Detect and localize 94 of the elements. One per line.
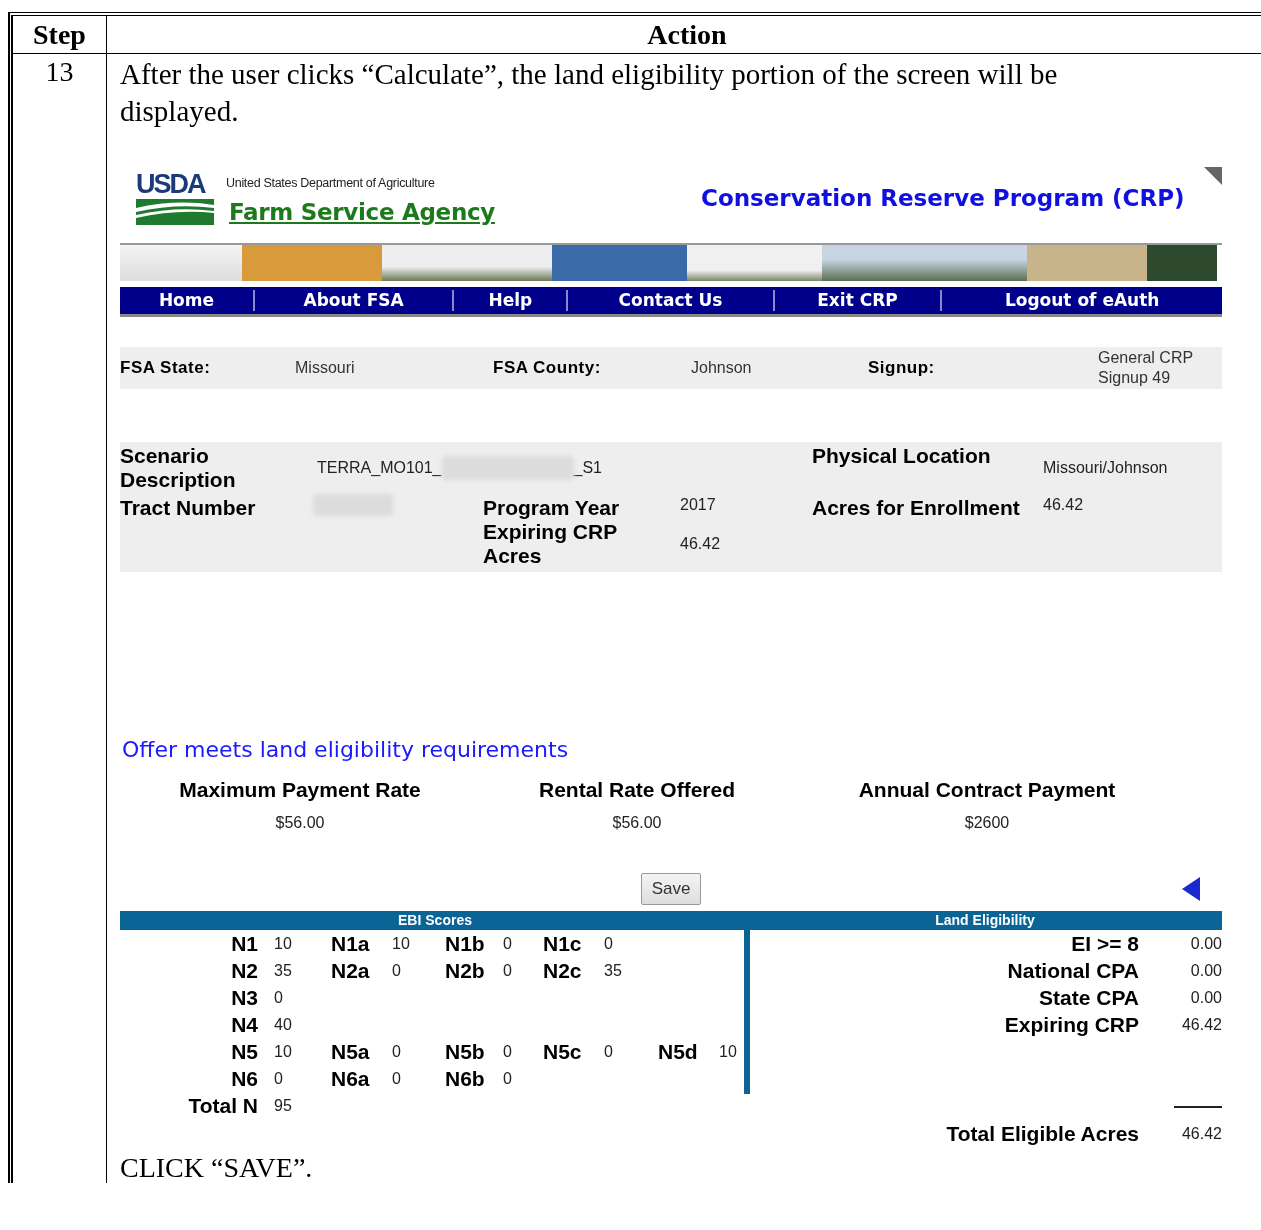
payment-value: $2600	[964, 814, 1010, 832]
score-label: N2	[231, 958, 259, 983]
score-label: N5a	[331, 1039, 371, 1064]
score-label: N3	[231, 985, 259, 1010]
score-value: 95	[273, 1096, 293, 1115]
score-label: N1	[231, 931, 259, 956]
score-value: 10	[718, 1042, 738, 1061]
nav-link[interactable]: Help	[454, 290, 569, 311]
score-label: N1a	[331, 931, 371, 956]
score-value: 0	[391, 1042, 402, 1061]
nav-link[interactable]: Home	[120, 290, 255, 311]
score-value: 10	[391, 934, 411, 953]
score-value: 35	[603, 961, 623, 980]
score-label: N2c	[543, 958, 583, 983]
eligibility-value: 0.00	[1190, 988, 1222, 1007]
field-label: FSA State:	[120, 358, 212, 378]
payment-label: Maximum Payment Rate	[178, 778, 422, 802]
score-label: N6a	[331, 1066, 371, 1091]
eligibility-value: 46.42	[1181, 1124, 1222, 1143]
field-label: Expiring CRP Acres	[483, 520, 618, 568]
score-value: 0	[603, 934, 614, 953]
agency-name[interactable]: Farm Service Agency	[229, 199, 495, 225]
score-label: N2a	[331, 958, 371, 983]
nav-link[interactable]: Contact Us	[568, 290, 775, 311]
field-label: Scenario Description	[120, 444, 237, 492]
nav-link[interactable]: Logout of eAuth	[942, 290, 1222, 311]
score-value: 0	[273, 988, 284, 1007]
field-label: FSA County:	[493, 358, 602, 378]
field-label: Physical Location	[812, 444, 992, 469]
payment-label: Rental Rate Offered	[537, 778, 736, 802]
score-label: Total N	[188, 1093, 259, 1118]
nav-link[interactable]: Exit CRP	[774, 290, 943, 311]
section-title: EBI Scores	[398, 911, 472, 930]
eligibility-label: Total Eligible Acres	[946, 1121, 1139, 1147]
score-label: N5c	[543, 1039, 583, 1064]
eligibility-value: 0.00	[1190, 934, 1222, 953]
eligibility-value: 46.42	[1181, 1015, 1222, 1034]
program-title: Conservation Reserve Program (CRP)	[701, 185, 1185, 211]
eligibility-label: National CPA	[1007, 958, 1139, 984]
eligibility-label: EI >= 8	[1071, 931, 1139, 957]
score-value: 40	[273, 1015, 293, 1034]
instruction-text: After the user clicks “Calculate”, the land eligibility portion of the screen will be displayed.	[120, 57, 1059, 129]
department-name: United States Department of Agriculture	[226, 176, 435, 190]
payment-value: $56.00	[612, 814, 662, 832]
collapse-arrow-icon[interactable]	[1182, 877, 1200, 901]
field-label: Tract Number	[120, 495, 257, 520]
score-label: N5	[231, 1039, 259, 1064]
field-label: Signup:	[868, 358, 936, 378]
nav-link[interactable]: About FSA	[254, 290, 455, 311]
save-button[interactable]: Save	[640, 873, 702, 905]
corner-triangle-icon	[1204, 167, 1222, 185]
field-value: Missouri/Johnson	[1043, 459, 1169, 477]
eligibility-message: Offer meets land eligibility requirements	[122, 737, 569, 762]
field-value: 46.42	[680, 535, 722, 553]
score-label: N5b	[445, 1039, 486, 1064]
eligibility-label: State CPA	[1039, 985, 1139, 1011]
score-value: 0	[603, 1042, 614, 1061]
field-label: Acres for Enrollment	[812, 495, 1021, 520]
score-label: N4	[231, 1012, 259, 1037]
field-value: 2017	[680, 495, 717, 514]
score-value: 0	[391, 1069, 402, 1088]
eligibility-label: Expiring CRP	[1004, 1012, 1139, 1038]
score-value: 0	[502, 1042, 513, 1061]
field-value: _S1	[573, 459, 602, 477]
field-value: General CRP Signup 49	[1098, 348, 1194, 388]
score-label: N1c	[543, 931, 583, 956]
score-value: 0	[502, 1069, 513, 1088]
payment-value: $56.00	[275, 814, 325, 832]
score-value: 0	[502, 934, 513, 953]
score-label: N6	[231, 1066, 259, 1091]
field-stripes-icon	[136, 199, 214, 225]
score-value: 0	[502, 961, 513, 980]
score-label: N2b	[445, 958, 486, 983]
score-label: N6b	[445, 1066, 486, 1091]
score-value: 0	[273, 1069, 284, 1088]
field-value: 46.42	[1043, 495, 1085, 514]
score-value: 0	[391, 961, 402, 980]
logo-text: USDA	[136, 171, 207, 197]
field-value: TERRA_MO101_	[317, 459, 442, 477]
eligibility-value: 0.00	[1190, 961, 1222, 980]
score-label: N5d	[658, 1039, 699, 1064]
field-value: Missouri	[295, 359, 356, 377]
column-header: Step	[13, 16, 107, 54]
section-title: Land Eligibility	[935, 911, 1035, 930]
field-value: Johnson	[691, 359, 753, 377]
score-value: 35	[273, 961, 293, 980]
score-value: 10	[273, 934, 293, 953]
score-label: N1b	[445, 931, 486, 956]
score-value: 10	[273, 1042, 293, 1061]
field-label: Program Year	[483, 495, 621, 520]
column-header: Action	[107, 16, 1261, 54]
payment-label: Annual Contract Payment	[857, 778, 1117, 802]
step-number: 13	[13, 54, 107, 1183]
instruction-text: CLICK “SAVE”.	[120, 1153, 314, 1183]
